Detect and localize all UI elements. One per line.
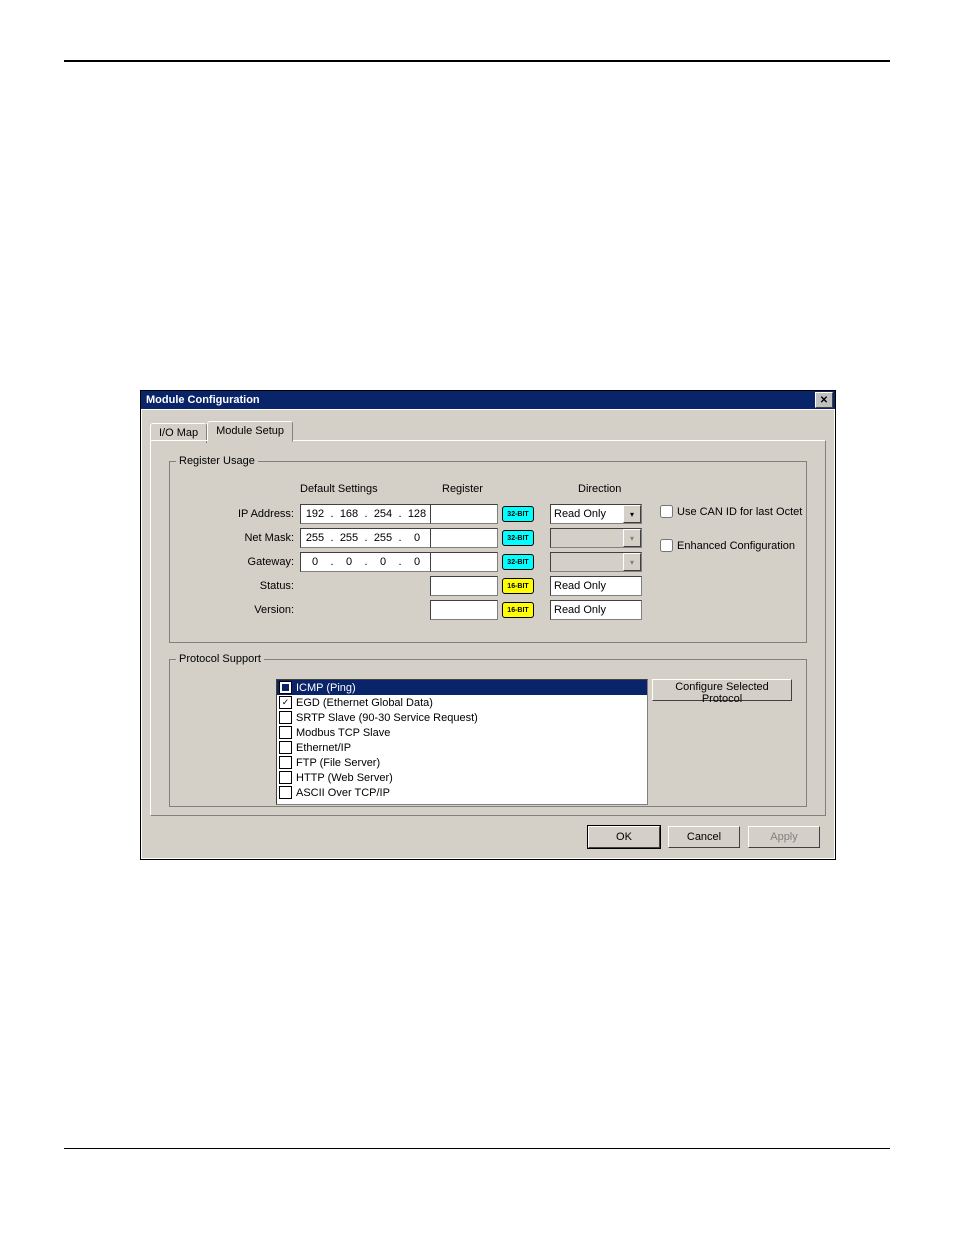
label-net-mask: Net Mask: [170, 532, 300, 544]
label-ip-address: IP Address: [170, 508, 300, 520]
configure-protocol-button[interactable]: Configure Selected Protocol [652, 679, 792, 701]
register-version[interactable] [430, 600, 498, 620]
register-gateway[interactable] [430, 552, 498, 572]
chevron-down-icon: ▾ [623, 529, 641, 547]
col-default-settings: Default Settings [300, 483, 378, 495]
module-config-window: Module Configuration ✕ I/O Map Module Se… [140, 390, 836, 860]
label-status: Status: [170, 580, 300, 592]
checkbox-icon[interactable] [279, 756, 292, 769]
direction-ip-address[interactable]: Read Only ▾ [550, 504, 642, 524]
checkbox-icon[interactable] [279, 726, 292, 739]
direction-gateway: ▾ [550, 552, 642, 572]
footer-rule [64, 1148, 890, 1149]
row-status: Status: 16-BIT Read Only [170, 575, 806, 597]
register-net-mask[interactable] [430, 528, 498, 548]
titlebar[interactable]: Module Configuration ✕ [141, 391, 835, 409]
protocol-item-icmp[interactable]: ICMP (Ping) [277, 680, 647, 695]
direction-net-mask: ▾ [550, 528, 642, 548]
bit16-icon: 16-BIT [502, 578, 534, 594]
tab-module-setup[interactable]: Module Setup [207, 421, 293, 442]
register-usage-legend: Register Usage [176, 455, 258, 467]
protocol-item-ascii[interactable]: ASCII Over TCP/IP [277, 785, 647, 800]
protocol-item-srtp[interactable]: SRTP Slave (90-30 Service Request) [277, 710, 647, 725]
apply-button[interactable]: Apply [748, 826, 820, 848]
bit32-icon: 32-BIT [502, 530, 534, 546]
cancel-button[interactable]: Cancel [668, 826, 740, 848]
net-mask-input[interactable]: 255. 255. 255. 0 [300, 528, 432, 548]
bit32-icon: 32-BIT [502, 506, 534, 522]
checkbox-icon[interactable] [279, 681, 292, 694]
bit16-icon: 16-BIT [502, 602, 534, 618]
row-gateway: Gateway: 0. 0. 0. 0 32-BIT ▾ [170, 551, 806, 573]
register-usage-group: Register Usage Default Settings Register… [169, 455, 807, 643]
protocol-item-http[interactable]: HTTP (Web Server) [277, 770, 647, 785]
use-can-id-input[interactable] [660, 505, 673, 518]
bit32-icon: 32-BIT [502, 554, 534, 570]
header-rule [64, 60, 890, 62]
label-version: Version: [170, 604, 300, 616]
checkbox-use-can-id[interactable]: Use CAN ID for last Octet [660, 505, 802, 518]
dialog-buttons: OK Cancel Apply [588, 826, 820, 848]
gateway-input[interactable]: 0. 0. 0. 0 [300, 552, 432, 572]
protocol-item-egd[interactable]: EGD (Ethernet Global Data) [277, 695, 647, 710]
register-ip-address[interactable] [430, 504, 498, 524]
chevron-down-icon: ▾ [623, 553, 641, 571]
client-area: I/O Map Module Setup Register Usage Defa… [142, 410, 834, 858]
direction-version[interactable]: Read Only [550, 600, 642, 620]
tab-panel: Register Usage Default Settings Register… [150, 440, 826, 816]
col-register: Register [442, 483, 483, 495]
checkbox-icon[interactable] [279, 786, 292, 799]
register-status[interactable] [430, 576, 498, 596]
tabstrip: I/O Map Module Setup [150, 420, 293, 441]
protocol-item-modbus[interactable]: Modbus TCP Slave [277, 725, 647, 740]
checkbox-icon[interactable] [279, 741, 292, 754]
col-direction: Direction [578, 483, 621, 495]
checkbox-icon[interactable] [279, 696, 292, 709]
protocol-support-legend: Protocol Support [176, 653, 264, 665]
protocol-item-ftp[interactable]: FTP (File Server) [277, 755, 647, 770]
close-icon[interactable]: ✕ [815, 392, 833, 408]
direction-status[interactable]: Read Only [550, 576, 642, 596]
checkbox-icon[interactable] [279, 771, 292, 784]
checkbox-icon[interactable] [279, 711, 292, 724]
chevron-down-icon[interactable]: ▾ [623, 505, 641, 523]
protocol-item-ethernetip[interactable]: Ethernet/IP [277, 740, 647, 755]
checkbox-enhanced-config[interactable]: Enhanced Configuration [660, 539, 795, 552]
row-version: Version: 16-BIT Read Only [170, 599, 806, 621]
ip-address-input[interactable]: 192. 168. 254. 128 [300, 504, 432, 524]
protocol-list[interactable]: ICMP (Ping) EGD (Ethernet Global Data) S… [276, 679, 648, 805]
label-gateway: Gateway: [170, 556, 300, 568]
window-title: Module Configuration [143, 394, 260, 406]
protocol-support-group: Protocol Support ICMP (Ping) EGD (Ethern… [169, 653, 807, 807]
ok-button[interactable]: OK [588, 826, 660, 848]
enhanced-config-input[interactable] [660, 539, 673, 552]
